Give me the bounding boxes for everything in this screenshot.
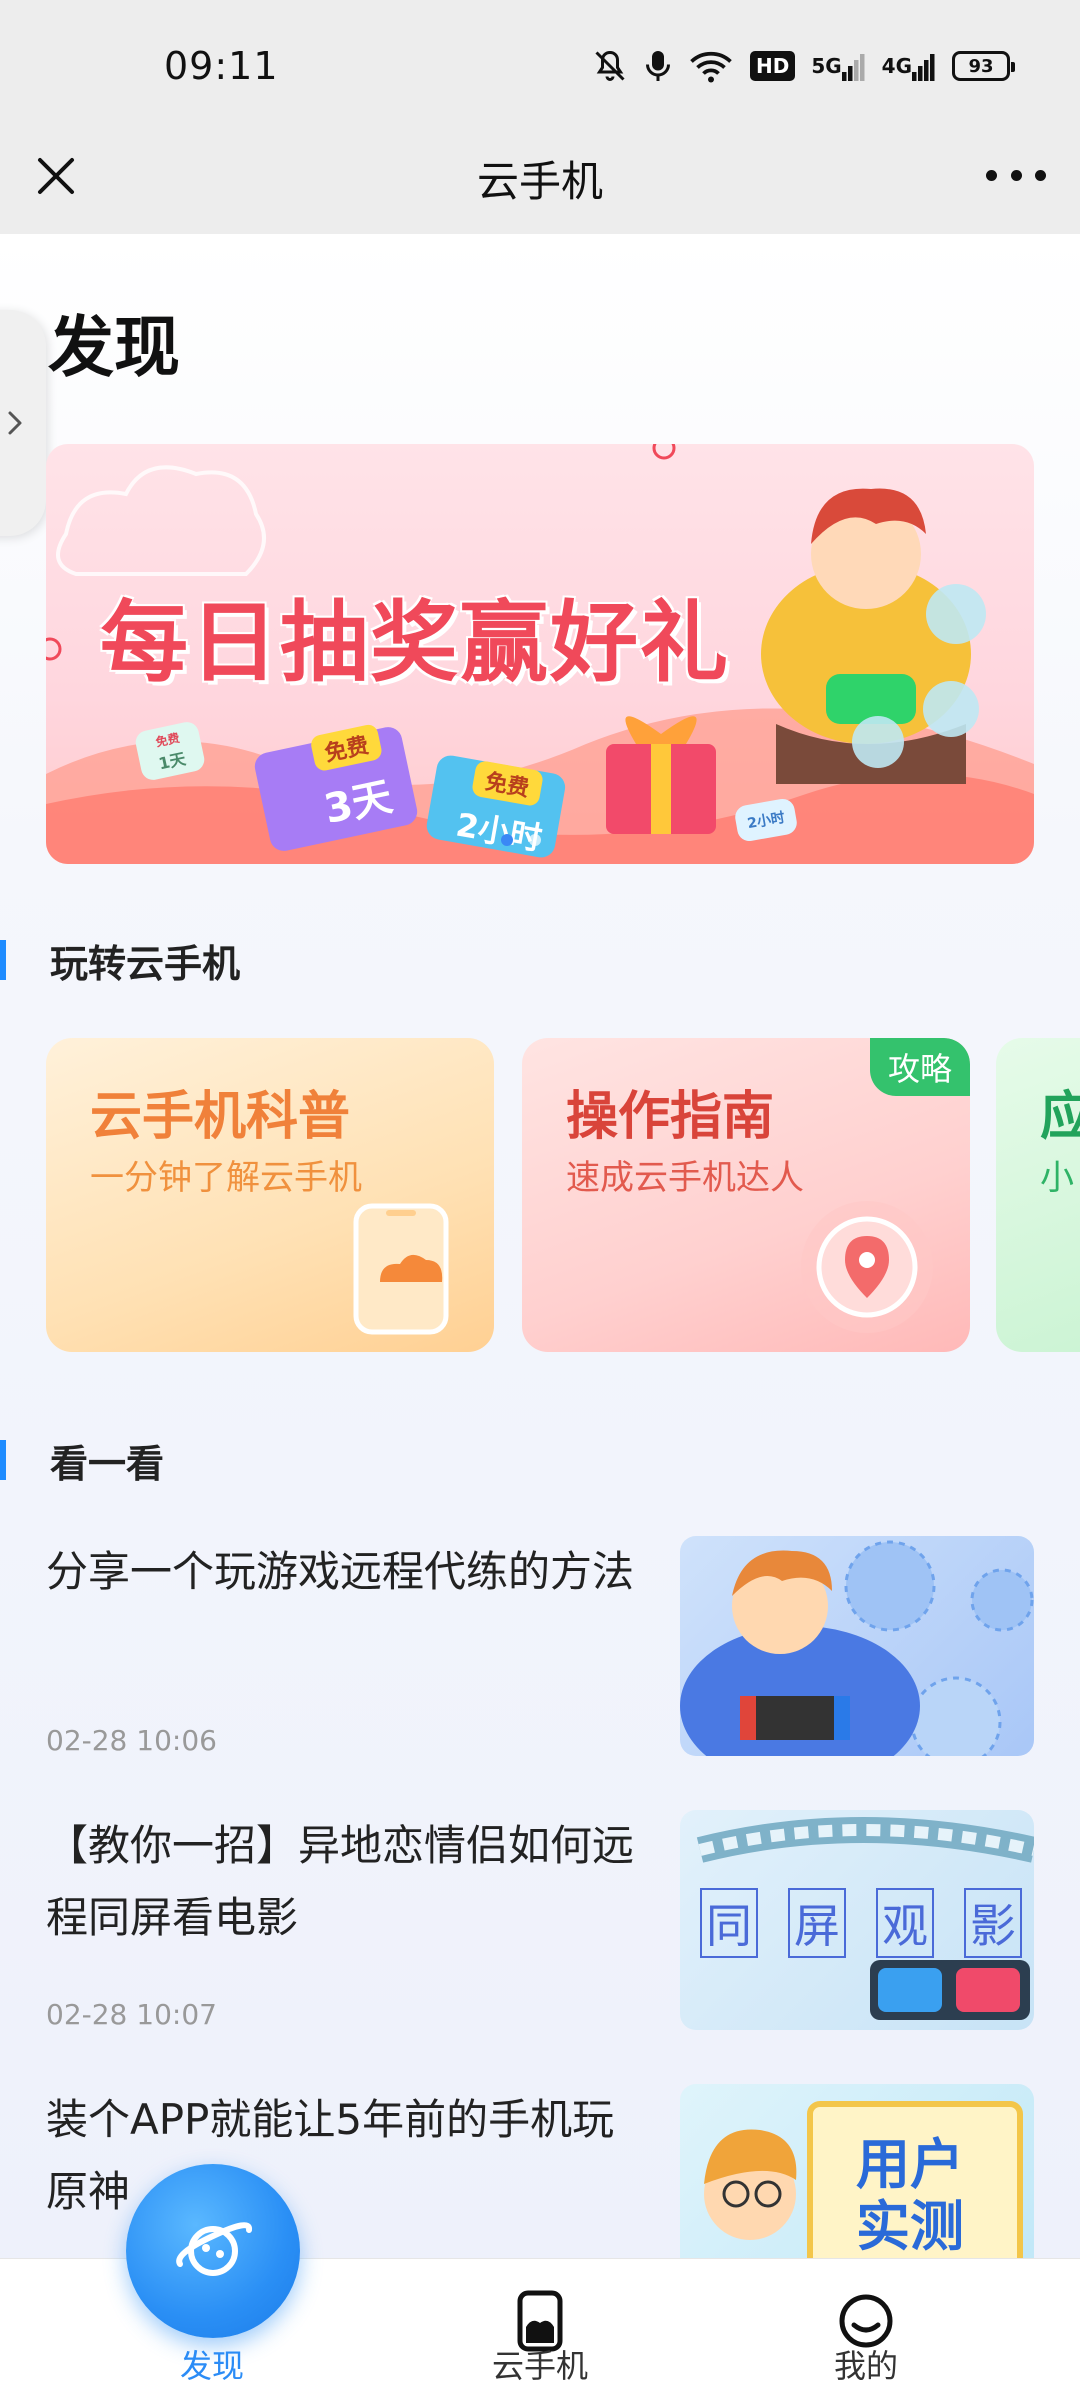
more-menu-button[interactable] [986,160,1046,190]
status-time: 09:11 [164,44,279,88]
planet-icon [176,2222,252,2276]
phone-cloud-icon [353,1203,449,1335]
article-thumbnail [680,1536,1034,1756]
status-bar: 09:11 HD 5G 4G 93 [0,0,1080,120]
banner-pagination [501,834,541,846]
discover-content[interactable]: 发现 每日抽奖赢好礼 免费 3天 免费 2小时 免费 1天 2小时 玩转云手机 … [0,234,1080,2258]
hd-badge: HD [749,48,796,84]
guide-badge: 攻略 [870,1038,970,1096]
article-title: 装个APP就能让5年前的手机玩原神 [46,2095,615,2216]
pagination-dot [501,834,513,846]
section-accent-bar [0,940,6,980]
microphone-icon [644,48,672,84]
card-operation-guide[interactable]: 攻略 操作指南 速成云手机达人 [522,1038,970,1352]
signal-5g-icon: 5G [811,48,865,84]
page-title: 发现 [48,309,180,386]
banner-headline: 每日抽奖赢好礼 [100,591,731,694]
gamer-illustration [680,1540,1034,1756]
article-item[interactable]: 分享一个玩游戏远程代练的方法 02-28 10:06 [46,1536,1034,1766]
article-title: 【教你一招】异地恋情侣如何远程同屏看电影 [46,1821,635,1942]
chevron-right-icon [8,411,22,435]
article-date: 02-28 10:07 [46,1998,217,2031]
pagination-dot [529,834,541,846]
section-heading-watch: 看一看 [0,1438,164,1486]
thumb-caption: 用户 实测 [856,2133,964,2258]
section-accent-bar [0,1440,6,1480]
more-dot-icon [1010,169,1022,181]
article-date: 02-28 10:06 [46,1724,217,1757]
tab-cloud-phone[interactable]: 云手机 [440,2259,640,2400]
thumb-caption: 同 屏 观 影 [700,1888,1022,1958]
more-dot-icon [1035,169,1046,181]
signal-4g-icon: 4G [882,48,936,84]
card-partial-next[interactable]: 应 小 [996,1038,1080,1352]
discover-fab-button[interactable] [126,2164,300,2338]
nav-bar: 云手机 [0,120,1080,234]
mute-bell-icon [592,48,628,84]
more-dot-icon [986,169,997,181]
lottery-banner[interactable]: 每日抽奖赢好礼 免费 3天 免费 2小时 免费 1天 2小时 [46,444,1034,864]
wifi-icon [688,48,734,84]
battery-indicator: 93 [952,51,1015,81]
tab-mine[interactable]: 我的 [766,2259,966,2400]
article-title: 分享一个玩游戏远程代练的方法 [46,1547,635,1596]
nav-title: 云手机 [476,157,603,206]
article-item[interactable]: 【教你一招】异地恋情侣如何远程同屏看电影 02-28 10:07 同 屏 观 影 [46,1810,1034,2040]
card-cloud-phone-intro[interactable]: 云手机科普 一分钟了解云手机 [46,1038,494,1352]
status-icons: HD 5G 4G 93 [592,46,1015,86]
side-expand-tab[interactable] [0,310,46,536]
article-thumbnail: 同 屏 观 影 [680,1810,1034,2030]
location-pin-icon [801,1201,933,1333]
section-heading-play: 玩转云手机 [0,938,240,986]
article-thumbnail: 用户 实测 [680,2084,1034,2258]
